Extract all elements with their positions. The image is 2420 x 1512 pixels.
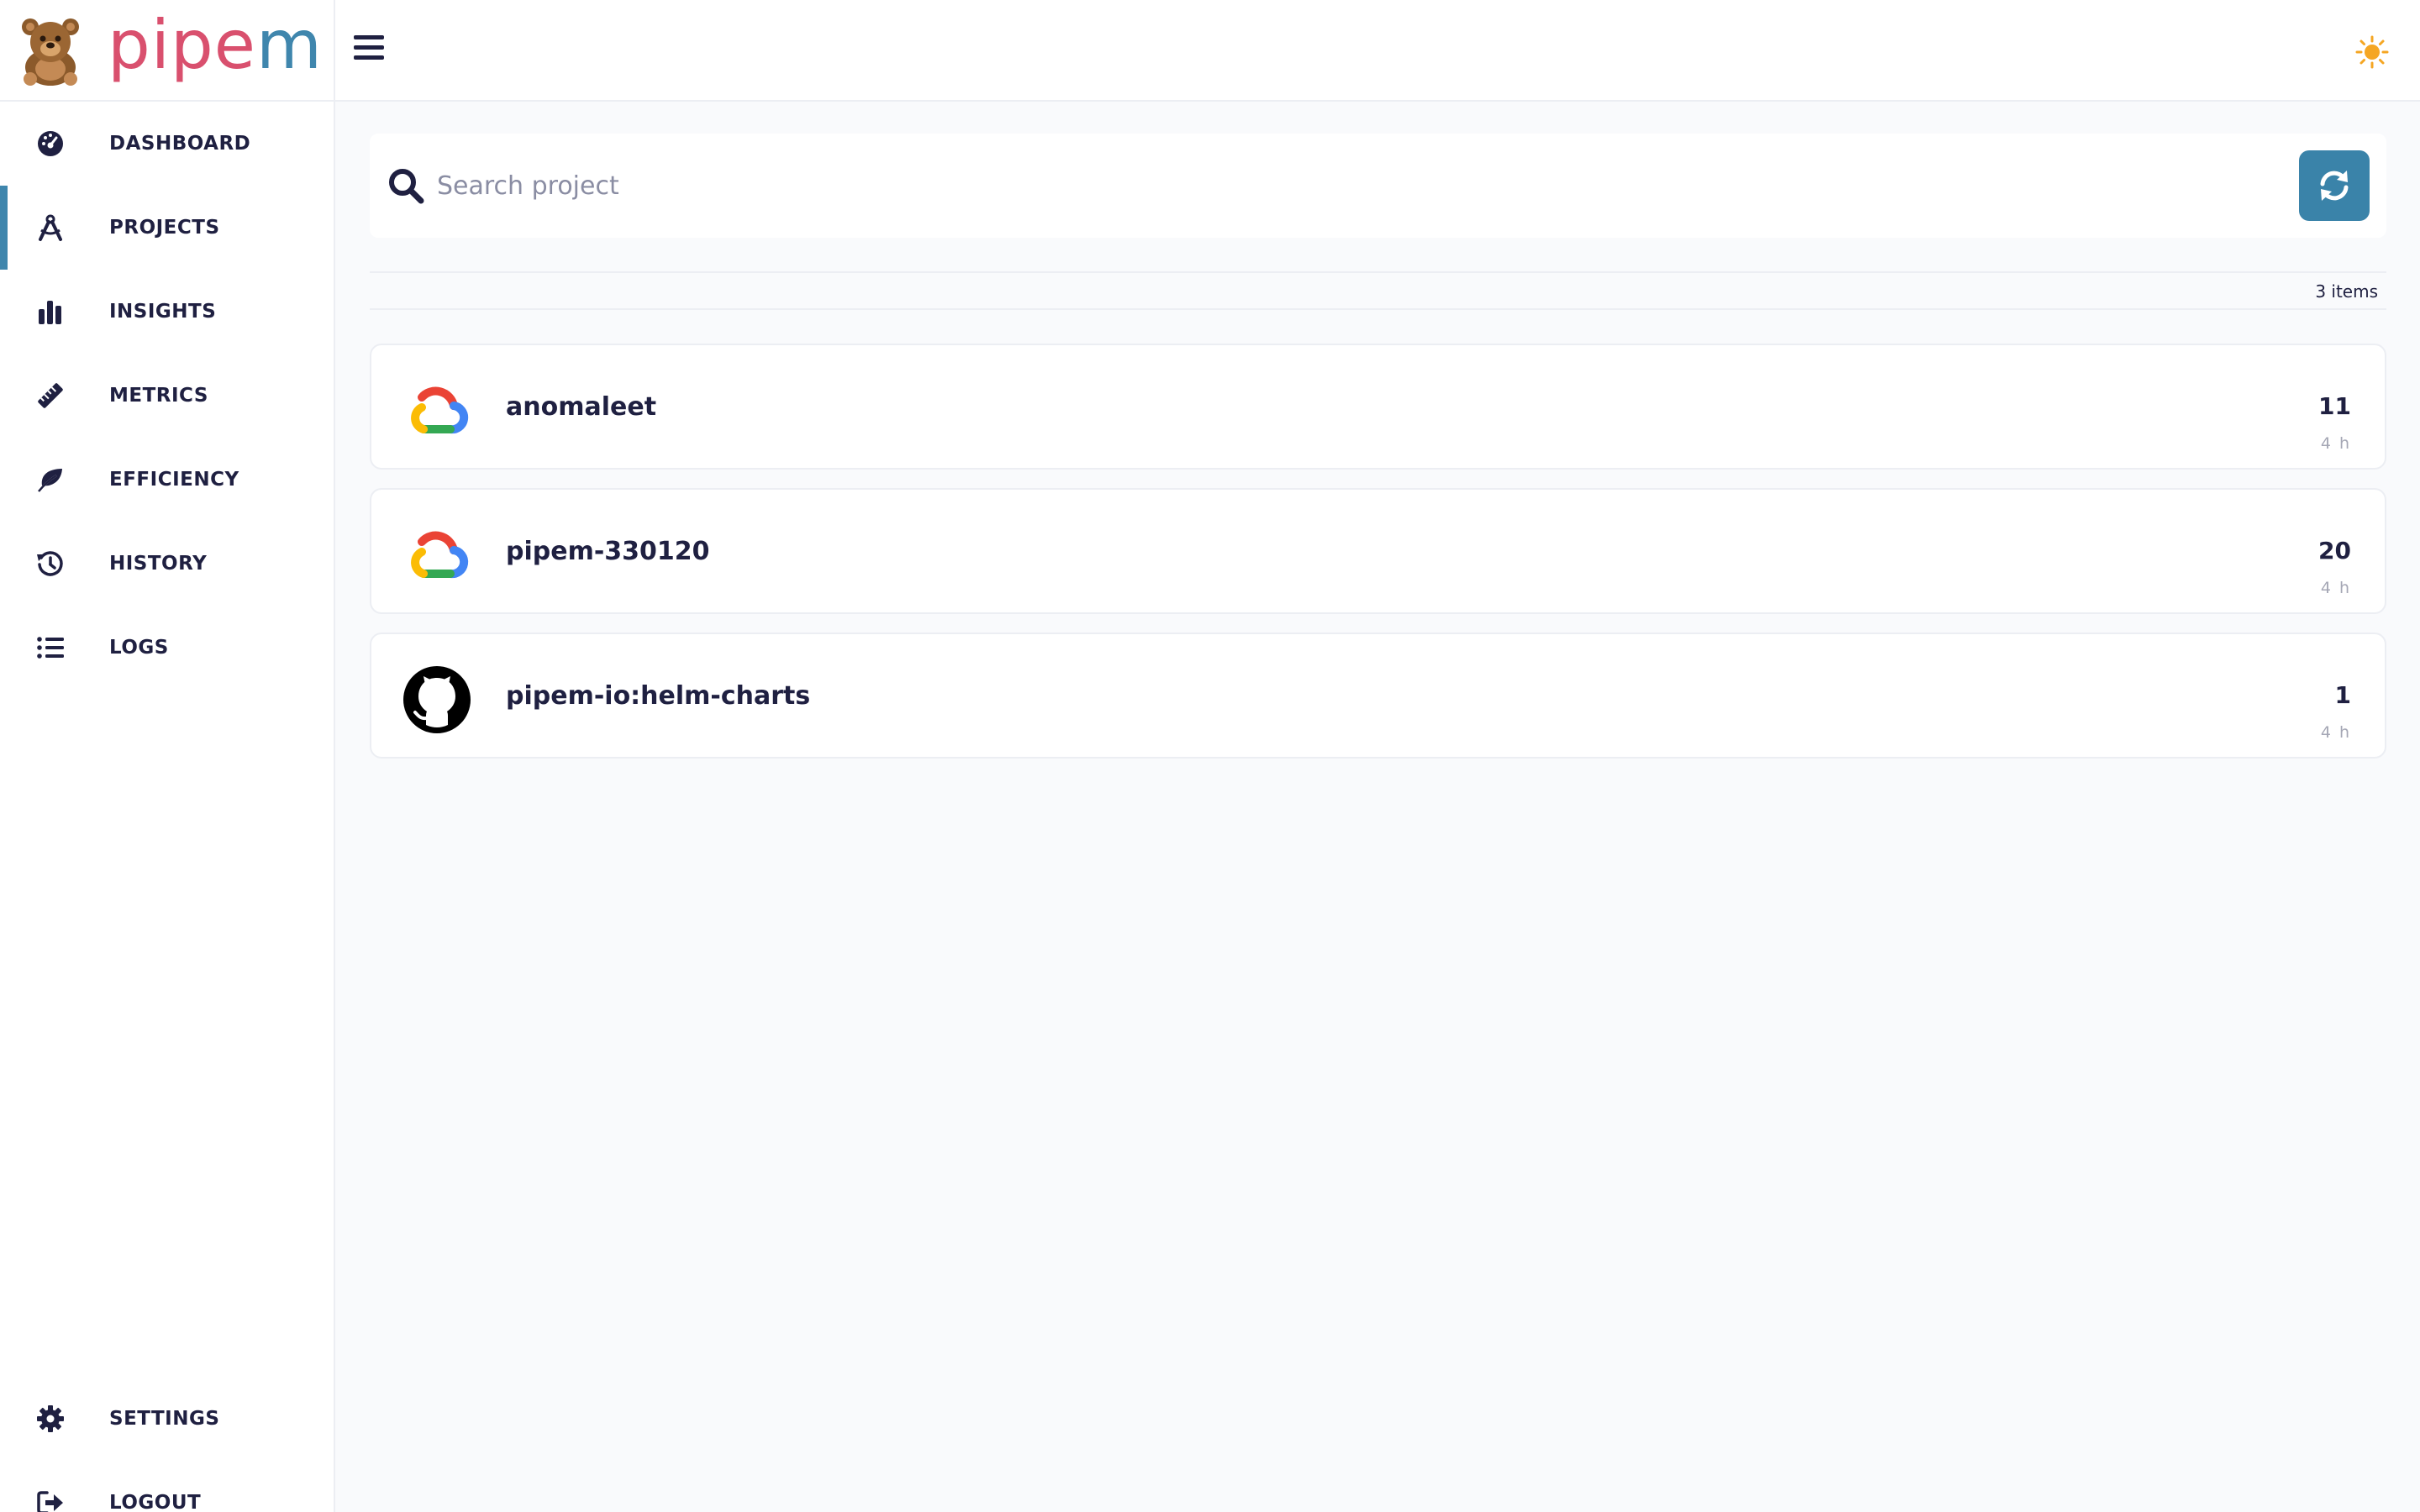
sidebar-item-label: METRICS (109, 385, 208, 407)
sidebar-item-label: HISTORY (109, 553, 208, 575)
sidebar-item-dashboard[interactable]: DASHBOARD (0, 102, 334, 186)
sidebar-item-label: INSIGHTS (109, 301, 217, 323)
project-count: 11 (2318, 392, 2351, 420)
sidebar-item-settings[interactable]: SETTINGS (0, 1377, 334, 1461)
gear-icon (35, 1404, 66, 1434)
sidebar-item-label: EFFICIENCY (109, 469, 239, 491)
menu-toggle-icon[interactable] (354, 35, 384, 64)
sidebar-item-logout[interactable]: LOGOUT (0, 1461, 334, 1512)
sidebar-item-label: LOGOUT (109, 1492, 202, 1512)
results-count: 3 items (2315, 281, 2378, 302)
history-clock-icon (35, 549, 66, 579)
project-name: pipem-io:helm-charts (506, 681, 811, 711)
sidebar-item-efficiency[interactable]: EFFICIENCY (0, 438, 334, 522)
search-bar (370, 134, 2386, 238)
sidebar-item-label: PROJECTS (109, 217, 220, 239)
project-row[interactable]: pipem-io:helm-charts 1 4 h (370, 633, 2386, 759)
project-time: 4 h (2320, 723, 2351, 742)
logo[interactable]: pipem (0, 0, 334, 102)
sidebar-item-label: DASHBOARD (109, 133, 251, 155)
leaf-icon (35, 465, 66, 495)
topbar (335, 0, 2420, 102)
sidebar-item-insights[interactable]: INSIGHTS (0, 270, 334, 354)
list-icon (35, 633, 66, 663)
project-name: anomaleet (506, 392, 657, 422)
project-row[interactable]: anomaleet 11 4 h (370, 344, 2386, 470)
search-input[interactable] (437, 159, 2202, 213)
bar-chart-icon (35, 297, 66, 327)
sign-out-icon (35, 1488, 66, 1512)
bear-mascot-icon (22, 18, 79, 86)
refresh-button[interactable] (2299, 150, 2370, 221)
sidebar-item-label: SETTINGS (109, 1408, 220, 1430)
dashboard-gauge-icon (35, 129, 66, 159)
drafting-compass-icon (35, 213, 66, 243)
theme-toggle-sun-icon[interactable] (2355, 35, 2389, 69)
google-cloud-icon (411, 386, 469, 434)
project-count: 1 (2334, 681, 2351, 709)
sidebar: pipem DASHBOARD PROJECTS INSIGHTS METRIC… (0, 0, 335, 1512)
google-cloud-icon (411, 531, 469, 579)
sidebar-item-projects[interactable]: PROJECTS (0, 186, 334, 270)
github-icon (403, 666, 471, 733)
sidebar-item-logs[interactable]: LOGS (0, 606, 334, 690)
ruler-icon (35, 381, 66, 411)
refresh-icon (2320, 171, 2349, 201)
sidebar-item-history[interactable]: HISTORY (0, 522, 334, 606)
project-name: pipem-330120 (506, 537, 710, 566)
sidebar-item-label: LOGS (109, 637, 169, 659)
project-row[interactable]: pipem-330120 20 4 h (370, 488, 2386, 614)
search-icon (389, 169, 424, 204)
project-count: 20 (2318, 537, 2351, 564)
project-time: 4 h (2320, 579, 2351, 597)
sidebar-item-metrics[interactable]: METRICS (0, 354, 334, 438)
logo-text: pipem (108, 6, 323, 84)
project-time: 4 h (2320, 434, 2351, 453)
results-count-bar: 3 items (370, 271, 2386, 310)
